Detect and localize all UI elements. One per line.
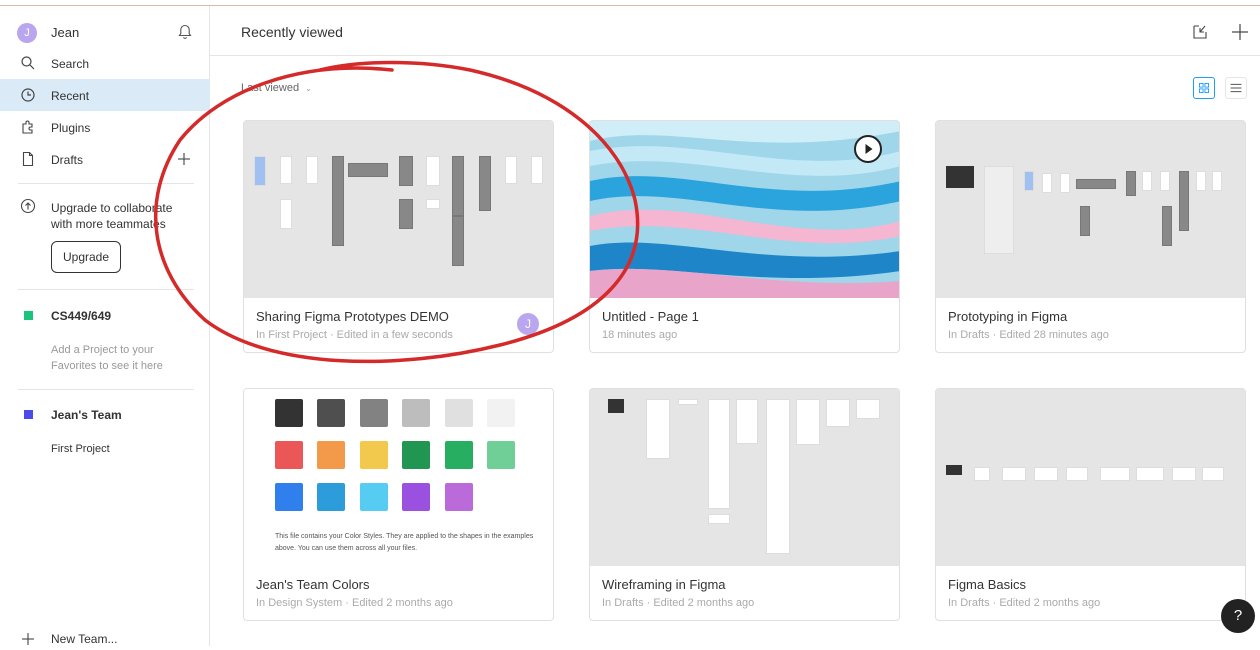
- color-swatch: [360, 441, 388, 469]
- file-thumbnail: [244, 121, 553, 298]
- color-swatch: [360, 483, 388, 511]
- color-swatch: [487, 441, 515, 469]
- sidebar-item-team[interactable]: Jean's Team: [0, 402, 210, 428]
- help-button[interactable]: ?: [1221, 599, 1255, 633]
- file-meta: In Drafts · Edited 2 months ago: [948, 597, 1101, 609]
- color-swatch: [317, 399, 345, 427]
- file-icon: [22, 151, 34, 167]
- user-name: Jean: [51, 25, 80, 40]
- sidebar-divider: [18, 183, 194, 184]
- file-meta: In Design System · Edited 2 months ago: [256, 597, 453, 609]
- bell-icon[interactable]: [176, 23, 194, 41]
- file-thumbnail: This file contains your Color Styles. Th…: [244, 389, 553, 566]
- file-thumbnail: [590, 389, 899, 566]
- upgrade-text: Upgrade to collaborate with more teammat…: [51, 201, 173, 231]
- file-card[interactable]: Untitled - Page 1 18 minutes ago: [589, 120, 900, 353]
- color-swatch: [317, 441, 345, 469]
- list-view-icon[interactable]: [1225, 77, 1247, 99]
- color-swatch: [360, 399, 388, 427]
- new-team-label: New Team...: [51, 632, 118, 646]
- file-title: Prototyping in Figma: [948, 309, 1068, 324]
- sidebar-item-plugins[interactable]: Plugins: [0, 111, 210, 143]
- file-thumbnail: [936, 121, 1245, 298]
- color-swatch: [445, 483, 473, 511]
- file-card[interactable]: Wireframing in Figma In Drafts · Edited …: [589, 388, 900, 621]
- team-color-swatch: [24, 410, 33, 419]
- file-description: This file contains your Color Styles. Th…: [275, 533, 534, 552]
- avatar: J: [517, 313, 539, 335]
- color-swatch: [275, 441, 303, 469]
- sidebar-item-drafts[interactable]: Drafts: [0, 143, 210, 175]
- color-swatch: [275, 399, 303, 427]
- file-thumbnail: [936, 389, 1245, 566]
- sidebar-item-project[interactable]: First Project: [51, 443, 110, 455]
- figma-file-browser: J Jean Search Recent Plugins Drafts Upgr…: [0, 6, 1260, 646]
- favorites-hint: Add a Project to your Favorites to see i…: [51, 344, 163, 372]
- page-title: Recently viewed: [241, 24, 343, 40]
- file-title: Wireframing in Figma: [602, 577, 726, 592]
- new-team-button[interactable]: New Team...: [0, 630, 210, 650]
- file-title: Untitled - Page 1: [602, 309, 699, 324]
- file-card[interactable]: This file contains your Color Styles. Th…: [243, 388, 554, 621]
- search-icon: [21, 56, 35, 70]
- color-swatch: [445, 399, 473, 427]
- sidebar-item-search[interactable]: Search: [0, 47, 210, 79]
- plus-icon: [22, 633, 34, 645]
- main-header: Recently viewed: [210, 6, 1260, 56]
- sidebar-item-label: Plugins: [51, 121, 91, 135]
- upgrade-section: Upgrade to collaborate with more teammat…: [0, 194, 210, 274]
- file-meta: In First Project · Edited in a few secon…: [256, 329, 453, 341]
- color-swatch: [275, 483, 303, 511]
- team-name: Jean's Team: [51, 408, 122, 422]
- grid-view-icon[interactable]: [1193, 77, 1215, 99]
- color-swatch: [317, 483, 345, 511]
- sidebar-item-favorite-team[interactable]: CS449/649: [0, 303, 210, 329]
- upgrade-button[interactable]: Upgrade: [51, 241, 121, 273]
- file-title: Figma Basics: [948, 577, 1027, 592]
- import-icon[interactable]: [1190, 22, 1210, 42]
- sort-dropdown[interactable]: Last viewed ⌄: [241, 82, 312, 94]
- file-meta: In Drafts · Edited 2 months ago: [602, 597, 755, 609]
- play-icon[interactable]: [854, 135, 882, 163]
- file-card[interactable]: Sharing Figma Prototypes DEMO In First P…: [243, 120, 554, 353]
- color-swatch: [402, 399, 430, 427]
- file-card[interactable]: Figma Basics In Drafts · Edited 2 months…: [935, 388, 1246, 621]
- color-swatch: [445, 441, 473, 469]
- account-menu[interactable]: J Jean: [0, 18, 210, 46]
- sidebar-divider: [18, 289, 194, 290]
- sidebar-item-label: Search: [51, 57, 90, 71]
- color-swatch: [402, 483, 430, 511]
- team-name: CS449/649: [51, 309, 112, 323]
- sort-label: Last viewed: [241, 82, 300, 94]
- file-title: Jean's Team Colors: [256, 577, 370, 592]
- color-swatch: [402, 441, 430, 469]
- color-swatch: [487, 399, 515, 427]
- avatar: J: [17, 23, 37, 43]
- clock-icon: [21, 88, 35, 102]
- sidebar-divider: [18, 389, 194, 390]
- main-content: Recently viewed Last viewed ⌄ Sharing Fi…: [210, 6, 1260, 646]
- file-card[interactable]: Prototyping in Figma In Drafts · Edited …: [935, 120, 1246, 353]
- sidebar-item-recent[interactable]: Recent: [0, 79, 210, 111]
- plus-icon[interactable]: [1230, 22, 1250, 42]
- plugin-icon: [22, 120, 33, 134]
- sidebar-item-label: Drafts: [51, 153, 84, 167]
- add-draft-icon[interactable]: [176, 151, 192, 167]
- chevron-down-icon: ⌄: [305, 84, 312, 93]
- file-meta: 18 minutes ago: [602, 329, 678, 341]
- file-title: Sharing Figma Prototypes DEMO: [256, 309, 449, 324]
- sidebar-item-label: Recent: [51, 89, 90, 103]
- team-color-swatch: [24, 311, 33, 320]
- play-glyph: [865, 144, 873, 154]
- arrow-up-circle-icon: [20, 198, 36, 214]
- sidebar: J Jean Search Recent Plugins Drafts Upgr…: [0, 6, 210, 646]
- file-meta: In Drafts · Edited 28 minutes ago: [948, 329, 1109, 341]
